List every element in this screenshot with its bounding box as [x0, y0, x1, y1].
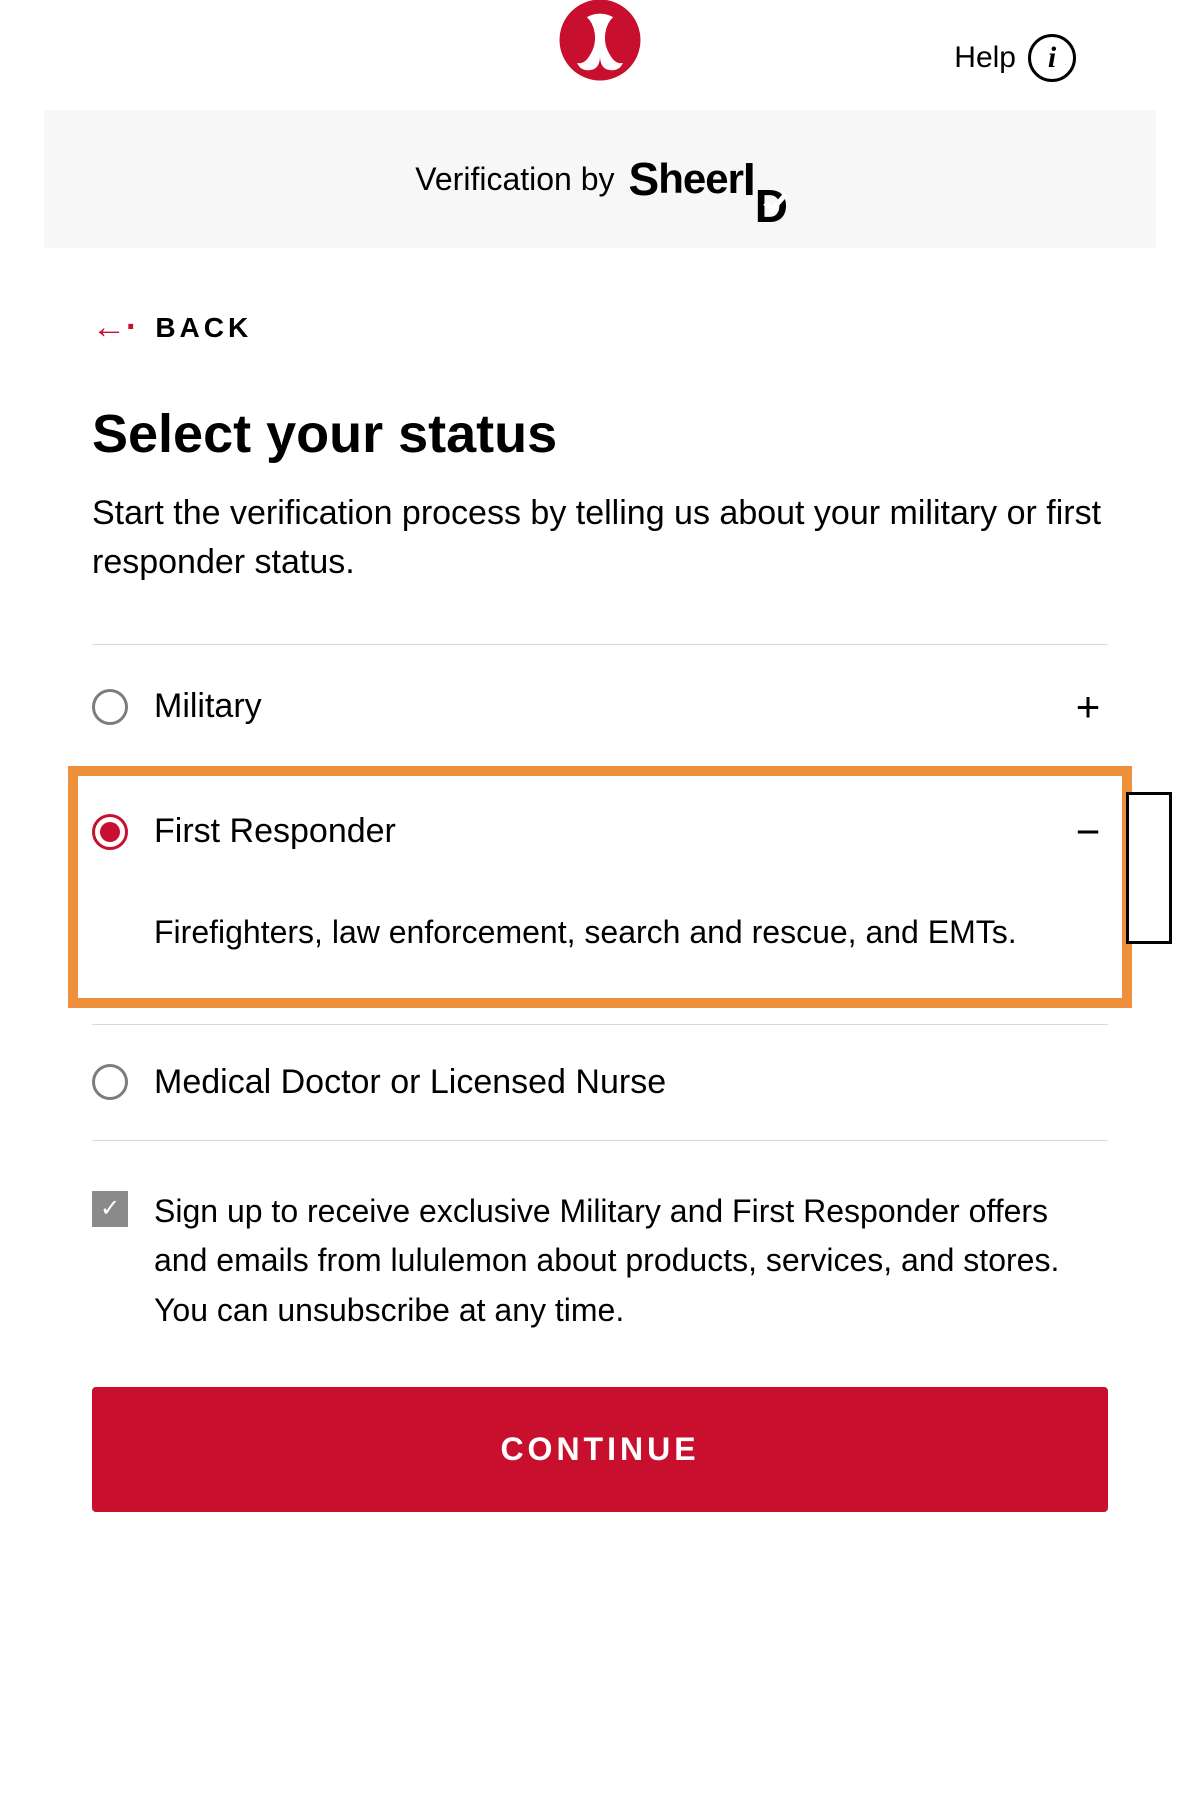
checkbox-checked-icon[interactable]: ✓ — [92, 1191, 128, 1227]
option-label: Military — [154, 687, 1042, 726]
verification-banner: Verification by SheerI D — [44, 110, 1156, 248]
radio-icon-selected — [92, 814, 128, 850]
continue-label: CONTINUE — [500, 1431, 699, 1467]
option-military[interactable]: Military + — [92, 645, 1108, 769]
radio-icon — [92, 689, 128, 725]
scrollbar-fragment — [1126, 792, 1172, 944]
consent-checkbox-row[interactable]: ✓ Sign up to receive exclusive Military … — [92, 1141, 1108, 1388]
radio-icon — [92, 1064, 128, 1100]
brand-logo — [556, 0, 644, 84]
option-label: First Responder — [154, 812, 1042, 851]
verification-prefix: Verification by — [415, 161, 614, 198]
option-description: Firefighters, law enforcement, search an… — [92, 894, 1108, 996]
page-title: Select your status — [92, 403, 1108, 465]
consent-text: Sign up to receive exclusive Military an… — [154, 1187, 1108, 1336]
help-button[interactable]: Help i — [954, 34, 1076, 82]
continue-button[interactable]: CONTINUE — [92, 1387, 1108, 1512]
help-label: Help — [954, 41, 1016, 75]
info-icon: i — [1028, 34, 1076, 82]
minus-icon[interactable]: − — [1068, 808, 1108, 856]
option-label: Medical Doctor or Licensed Nurse — [154, 1063, 1108, 1102]
arrow-left-icon: ←· — [92, 308, 137, 347]
option-medical[interactable]: Medical Doctor or Licensed Nurse — [92, 1025, 1108, 1140]
sheerid-logo: SheerI D — [629, 152, 785, 206]
back-button[interactable]: ←· BACK — [92, 308, 252, 347]
back-label: BACK — [155, 312, 252, 344]
header: Help i — [44, 0, 1156, 110]
page-subtitle: Start the verification process by tellin… — [92, 489, 1108, 588]
plus-icon[interactable]: + — [1068, 683, 1108, 731]
option-first-responder[interactable]: First Responder − Firefighters, law enfo… — [72, 770, 1128, 1004]
